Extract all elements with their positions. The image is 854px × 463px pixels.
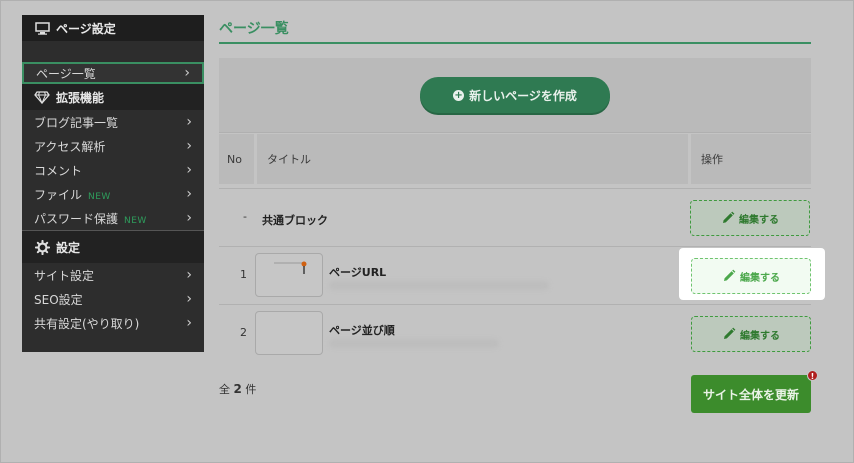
blurred-url (329, 281, 549, 290)
sidebar-item-share-settings[interactable]: 共有設定(やり取り) › (22, 311, 204, 335)
chevron-right-icon: › (186, 114, 192, 130)
title-underline (219, 42, 811, 44)
blurred-url (329, 339, 499, 348)
notification-badge: ! (807, 370, 818, 381)
chevron-right-icon: › (186, 138, 192, 154)
chevron-right-icon: › (186, 267, 192, 283)
new-page-button[interactable]: + 新しいページを作成 (420, 77, 610, 113)
column-header-no: No (219, 134, 254, 184)
chevron-right-icon: › (186, 186, 192, 202)
chevron-right-icon: › (186, 210, 192, 226)
edit-button-label: 編集する (739, 214, 779, 226)
sidebar-item-label: コメント (34, 163, 83, 178)
sidebar-header-settings: 設定 (22, 231, 204, 263)
sidebar-item-comments[interactable]: コメント › (22, 158, 204, 182)
sidebar-header-extensions: 拡張機能 (22, 84, 204, 110)
chevron-right-icon: › (186, 315, 192, 331)
new-badge: NEW (124, 215, 147, 226)
page-thumbnail[interactable] (255, 253, 323, 297)
plus-circle-icon: + (453, 89, 465, 101)
pencil-icon (723, 211, 735, 223)
new-page-button-label: 新しいページを作成 (469, 88, 577, 103)
chevron-right-icon: › (186, 162, 192, 178)
page-title: ページ一覧 (219, 21, 289, 37)
sidebar-item-label: 共有設定(やり取り) (34, 316, 140, 331)
edit-button[interactable]: 編集する (691, 316, 811, 352)
sidebar-item-files[interactable]: ファイル NEW › (22, 182, 204, 206)
sidebar-header-page-settings: ページ設定 (22, 15, 204, 41)
sidebar-item-label: ファイル (34, 187, 83, 202)
edit-button[interactable]: 編集する (690, 200, 810, 236)
table-divider (219, 304, 811, 305)
sidebar-header-label: 拡張機能 (56, 90, 105, 105)
gear-icon (34, 239, 50, 255)
row-title[interactable]: ページURL (329, 264, 386, 280)
edit-button[interactable]: 編集する (691, 258, 811, 294)
page-count-suffix: 件 (245, 383, 257, 396)
toolbar-panel: + 新しいページを作成 (219, 58, 811, 133)
row-title[interactable]: ページ並び順 (329, 322, 395, 338)
column-header-action: 操作 (691, 134, 811, 184)
sidebar-item-label: ブログ記事一覧 (34, 115, 119, 130)
sidebar-item-label: パスワード保護 (34, 211, 119, 226)
sidebar-item-seo-settings[interactable]: SEO設定 › (22, 287, 204, 311)
row-number: 1 (240, 268, 247, 281)
table-divider (219, 246, 811, 247)
column-header-title: タイトル (257, 134, 688, 184)
sidebar-item-password-protection[interactable]: パスワード保護 NEW › (22, 206, 204, 230)
row-number: - (243, 210, 247, 223)
sidebar-item-label: ページ一覧 (36, 66, 96, 81)
pencil-icon (724, 327, 736, 339)
chevron-right-icon: › (186, 291, 192, 307)
sidebar: ページ設定 ページ一覧 › 拡張機能 ブログ記事一覧 › アクセス解析 › コメ… (22, 15, 204, 352)
sidebar-item-label: サイト設定 (34, 268, 95, 283)
edit-button-label: 編集する (740, 272, 780, 284)
row-title: 共通ブロック (262, 214, 328, 227)
table-header: No タイトル 操作 (219, 134, 811, 188)
monitor-icon (34, 20, 50, 36)
page-count: 全 2 件 (219, 381, 256, 397)
sidebar-item-label: SEO設定 (34, 292, 83, 307)
page-count-value: 2 (233, 382, 242, 396)
page-count-prefix: 全 (219, 383, 230, 396)
sidebar-item-page-list[interactable]: ページ一覧 › (22, 62, 204, 84)
sidebar-header-label: 設定 (56, 240, 81, 255)
sidebar-item-label: アクセス解析 (34, 139, 106, 154)
edit-button-label: 編集する (740, 330, 780, 342)
thumbnail-image (274, 261, 307, 274)
sidebar-header-label: ページ設定 (56, 21, 116, 36)
new-badge: NEW (88, 191, 111, 202)
sidebar-item-site-settings[interactable]: サイト設定 › (22, 263, 204, 287)
sidebar-item-blog-posts[interactable]: ブログ記事一覧 › (22, 110, 204, 134)
update-site-button[interactable]: サイト全体を更新 (691, 375, 811, 413)
pencil-icon (724, 269, 736, 281)
sidebar-item-analytics[interactable]: アクセス解析 › (22, 134, 204, 158)
diamond-icon (34, 89, 50, 105)
page-thumbnail[interactable] (255, 311, 323, 355)
row-number: 2 (240, 326, 247, 339)
table-divider (219, 188, 811, 189)
chevron-right-icon: › (184, 65, 190, 81)
